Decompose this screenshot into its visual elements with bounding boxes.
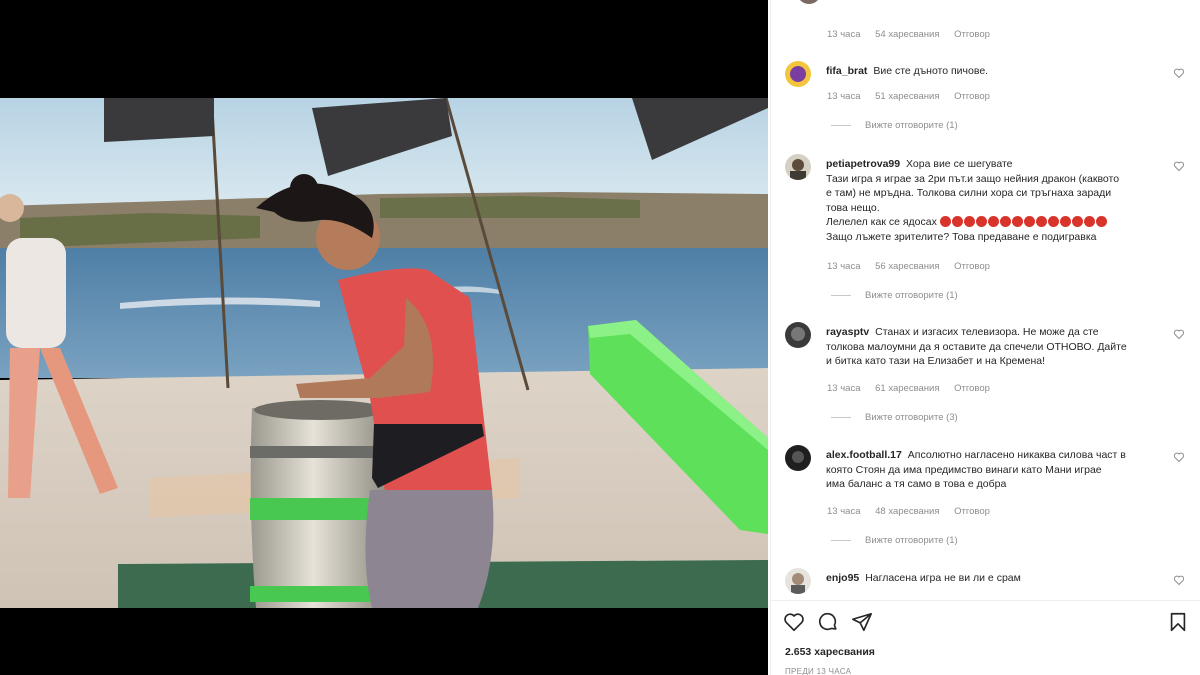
- comment-meta: 13 часа 56 харесвания Отговор: [827, 261, 1002, 272]
- comment-time[interactable]: 13 часа: [827, 91, 860, 102]
- comment-meta: 13 часа 61 харесвания Отговор: [827, 383, 1002, 394]
- comment-time[interactable]: 13 часа: [827, 261, 860, 272]
- comment-likes[interactable]: 51 харесвания: [875, 91, 939, 102]
- comment-text: Станах и изгасих телевизора. Не може да …: [875, 326, 1099, 338]
- share-icon[interactable]: [851, 611, 873, 633]
- comment-text-line: толкова малоумни да я оставите да спечел…: [826, 340, 1127, 353]
- avatar[interactable]: [785, 445, 811, 471]
- reply-button[interactable]: Отговор: [954, 261, 990, 272]
- divider-line: [831, 124, 851, 126]
- reply-button[interactable]: Отговор: [954, 383, 990, 394]
- comment-text-line: Лелелел как се ядосах: [826, 216, 937, 228]
- comment-text-line: това нещо.: [826, 201, 880, 214]
- view-replies-label: Вижте отговорите (3): [865, 412, 958, 423]
- comment-time[interactable]: 13 часа: [827, 506, 860, 517]
- view-replies-label: Вижте отговорите (1): [865, 290, 958, 301]
- likes-count[interactable]: 2.653 харесвания: [785, 646, 875, 658]
- comment-body: petiapetrova99 Хора вие се шегувате Тази…: [826, 157, 1166, 244]
- heart-icon[interactable]: [1173, 328, 1185, 340]
- comment-meta: 13 часа 54 харесвания Отговор: [827, 29, 1002, 40]
- heart-icon[interactable]: [1173, 574, 1185, 586]
- avatar[interactable]: [785, 322, 811, 348]
- angry-emoji-row: [939, 216, 1108, 228]
- avatar[interactable]: [785, 154, 811, 180]
- heart-icon[interactable]: [783, 611, 805, 633]
- heart-icon[interactable]: [1173, 160, 1185, 172]
- avatar[interactable]: [797, 0, 821, 4]
- comment-username[interactable]: alex.football.17: [826, 449, 902, 461]
- heart-icon[interactable]: [1173, 67, 1185, 79]
- comment-text: Нагласена игра не ви ли е срам: [865, 572, 1021, 584]
- view-replies-label: Вижте отговорите (1): [865, 120, 958, 131]
- reply-button[interactable]: Отговор: [954, 91, 990, 102]
- post-actions: 2.653 харесвания ПРЕДИ 13 ЧАСА: [771, 600, 1200, 675]
- view-replies-button[interactable]: Вижте отговорите (1): [831, 535, 958, 546]
- comment-likes[interactable]: 61 харесвания: [875, 383, 939, 394]
- divider-line: [831, 294, 851, 296]
- comment-username[interactable]: rayasptv: [826, 326, 869, 338]
- comment-username[interactable]: petiapetrova99: [826, 158, 900, 170]
- comment-body: enjo95 Нагласена игра не ви ли е срам: [826, 571, 1166, 586]
- reply-button[interactable]: Отговор: [954, 506, 990, 517]
- comment-text-line: която Стоян да има предимство винаги кат…: [826, 463, 1102, 476]
- comment-likes[interactable]: 56 харесвания: [875, 261, 939, 272]
- post-timestamp[interactable]: ПРЕДИ 13 ЧАСА: [785, 667, 851, 675]
- comment-text-line: и битка като тази на Елизабет и на Креме…: [826, 355, 1046, 367]
- comment-time[interactable]: 13 часа: [827, 383, 860, 394]
- comment-text-line: има баланс а тя само в това е добра: [826, 478, 1007, 490]
- comment-icon[interactable]: [817, 611, 839, 633]
- avatar[interactable]: [785, 61, 811, 87]
- reply-button[interactable]: Отговор: [954, 29, 990, 40]
- comments-panel: 13 часа 54 харесвания Отговор fifa_brat …: [770, 0, 1200, 675]
- comment-text: Вие сте дъното пичове.: [873, 65, 989, 77]
- comment-text: Апсолютно нагласено никаква силова част …: [907, 449, 1126, 461]
- heart-icon[interactable]: [1173, 451, 1185, 463]
- post-photo[interactable]: [0, 98, 768, 608]
- comment-meta: 13 часа 51 харесвания Отговор: [827, 91, 1002, 102]
- view-replies-label: Вижте отговорите (1): [865, 535, 958, 546]
- view-replies-button[interactable]: Вижте отговорите (1): [831, 120, 958, 131]
- comment-body: alex.football.17 Апсолютно нагласено ник…: [826, 448, 1166, 492]
- comment-body: rayasptv Станах и изгасих телевизора. Не…: [826, 325, 1166, 369]
- comment-text-line: Тази игра я играе за 2ри път.и защо нейн…: [826, 172, 1120, 185]
- post-media: [0, 0, 768, 675]
- comment-text-line: Защо лъжете зрителите? Това предаване е …: [826, 230, 1097, 243]
- divider-line: [831, 539, 851, 541]
- comment-username[interactable]: enjo95: [826, 572, 859, 584]
- comment-body: fifa_brat Вие сте дъното пичове.: [826, 64, 1166, 79]
- previous-comment-partial: [783, 0, 1013, 4]
- comment-meta: 13 часа 48 харесвания Отговор: [827, 506, 1002, 517]
- comment-likes[interactable]: 54 харесвания: [875, 29, 939, 40]
- comment-time[interactable]: 13 часа: [827, 29, 860, 40]
- comment-text: Хора вие се шегувате: [906, 158, 1013, 170]
- comment-username[interactable]: fifa_brat: [826, 65, 867, 77]
- divider-line: [831, 416, 851, 418]
- avatar[interactable]: [785, 568, 811, 594]
- view-replies-button[interactable]: Вижте отговорите (1): [831, 290, 958, 301]
- comment-likes[interactable]: 48 харесвания: [875, 506, 939, 517]
- view-replies-button[interactable]: Вижте отговорите (3): [831, 412, 958, 423]
- comment-text-line: е там) не мръдна. Толкова силни хора си …: [826, 187, 1112, 199]
- bookmark-icon[interactable]: [1167, 611, 1189, 633]
